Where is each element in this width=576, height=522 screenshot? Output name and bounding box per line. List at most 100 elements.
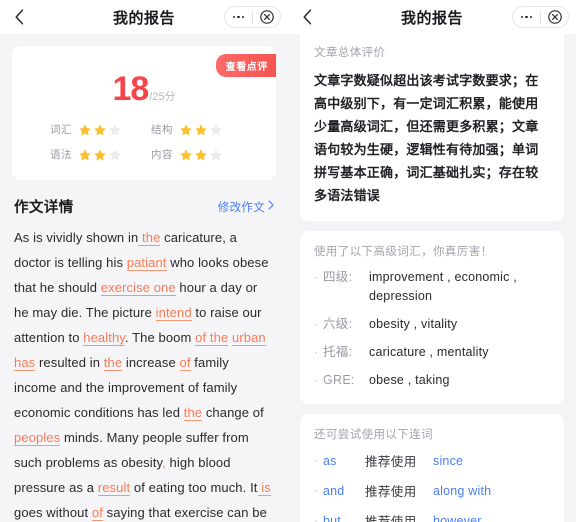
overall-evaluation-text: 文章字数疑似超出该考试字数要求；在高中级别下，有一定词汇积累，能使用少量高级词汇… <box>314 73 539 203</box>
star-icon <box>78 123 92 137</box>
star-icon <box>108 148 122 162</box>
essay-plain-text: of eating too much. It <box>130 480 258 495</box>
rating-label: 词汇 <box>50 124 72 136</box>
back-button-right[interactable] <box>288 0 326 34</box>
close-circle-icon[interactable] <box>253 7 280 27</box>
vocabulary-words: obesity , vitality <box>369 317 458 331</box>
vocabulary-words: caricature , mentality <box>369 345 489 359</box>
nav-actions-pill <box>224 6 281 28</box>
vocabulary-words: improvement , economic , depression <box>369 270 517 303</box>
rating-item: 内容 <box>151 147 252 162</box>
bullet-icon: · <box>314 270 318 284</box>
rating-label: 结构 <box>151 124 173 136</box>
essay-error-underlined: exercise one <box>100 280 176 296</box>
essay-plain-text: increase <box>122 355 180 370</box>
conjunction-row: · as 推荐使用 since <box>314 451 550 470</box>
bullet-icon: · <box>314 483 318 497</box>
essay-error-underlined: the <box>103 355 123 371</box>
left-panel: 我的报告 查看点评 18 /25分 词汇 结构 语法 内容 作文详情 修改作文 … <box>0 0 288 522</box>
vocabulary-level: 四级: <box>323 270 353 284</box>
conjunction-original[interactable]: and <box>323 484 365 498</box>
conjunction-suggested[interactable]: however <box>433 514 482 522</box>
bullet-icon: · <box>314 513 318 522</box>
conjunction-recommend-label: 推荐使用 <box>365 515 417 522</box>
more-dots-icon[interactable] <box>225 7 252 27</box>
score-value: 18 <box>112 70 149 108</box>
essay-plain-text: change of <box>202 405 264 420</box>
essay-error-underlined: of the <box>195 330 229 346</box>
more-dots-icon[interactable] <box>513 7 540 27</box>
conjunction-row: · and 推荐使用 along with <box>314 481 550 500</box>
conjunction-original[interactable]: as <box>323 454 365 468</box>
star-icon <box>179 148 193 162</box>
bullet-icon: · <box>314 317 318 331</box>
rating-label: 语法 <box>50 149 72 161</box>
score-total: /25分 <box>149 91 176 103</box>
back-button[interactable] <box>0 0 38 34</box>
star-icon <box>209 123 223 137</box>
dual-panel-screen: 我的报告 查看点评 18 /25分 词汇 结构 语法 内容 作文详情 修改作文 … <box>0 0 576 522</box>
right-scroll-body[interactable]: 文章总体评价 文章字数疑似超出该考试字数要求；在高中级别下，有一定词汇积累，能使… <box>288 34 576 522</box>
essay-plain-text: As is vividly shown in <box>14 230 139 245</box>
vocabulary-row: · GRE: obese , taking <box>314 371 550 390</box>
nav-actions-pill-right <box>512 6 569 28</box>
conjunction-row: · but 推荐使用 however <box>314 511 550 522</box>
essay-error-underlined: of <box>91 505 103 521</box>
advanced-vocabulary-label: 使用了以下高级词汇，你真厉害！ <box>314 246 493 258</box>
view-comments-badge[interactable]: 查看点评 <box>215 54 276 77</box>
essay-error-underlined: is <box>257 480 271 496</box>
star-icon <box>179 123 193 137</box>
chevron-left-icon <box>302 9 313 25</box>
overall-evaluation-label: 文章总体评价 <box>314 47 386 59</box>
chevron-left-icon <box>14 9 25 25</box>
advanced-vocabulary-list: · 四级: improvement , economic , depression ·… <box>314 268 550 390</box>
score-card: 查看点评 18 /25分 词汇 结构语法 内容 <box>12 46 276 180</box>
conjunction-suggested[interactable]: along with <box>433 484 491 498</box>
vocabulary-level: 六级: <box>323 317 353 331</box>
vocabulary-words: obese , taking <box>369 373 450 387</box>
star-icon <box>209 148 223 162</box>
essay-error-underlined: of <box>179 355 191 371</box>
edit-essay-label: 修改作文 <box>217 201 265 214</box>
essay-error-underlined: peoples <box>14 430 61 446</box>
right-navbar: 我的报告 <box>288 0 576 34</box>
essay-error-underlined: healthy <box>83 330 125 346</box>
chevron-right-icon <box>268 200 274 213</box>
edit-essay-link[interactable]: 修改作文 <box>218 199 274 215</box>
essay-error-underlined: the <box>138 230 161 246</box>
essay-error-underlined: result <box>97 480 131 496</box>
vocabulary-row: · 四级: improvement , economic , depression <box>314 268 550 306</box>
vocabulary-level: GRE: <box>323 373 355 387</box>
bullet-icon: · <box>314 345 318 359</box>
conjunction-suggested[interactable]: since <box>433 454 463 468</box>
conjunction-recommend-label: 推荐使用 <box>365 485 417 499</box>
essay-plain-text: resulted in <box>35 355 104 370</box>
essay-detail-title: 作文详情 <box>14 200 74 216</box>
score-display: 18 /25分 <box>12 72 276 106</box>
vocabulary-level: 托福: <box>323 345 353 359</box>
advanced-vocabulary-card: 使用了以下高级词汇，你真厉害！ · 四级: improvement , econom… <box>300 231 564 404</box>
essay-error-underlined: the <box>183 405 203 421</box>
rating-stars <box>78 123 122 137</box>
rating-label: 内容 <box>151 149 173 161</box>
overall-evaluation-card: 文章总体评价 文章字数疑似超出该考试字数要求；在高中级别下，有一定词汇积累，能使… <box>300 34 564 221</box>
star-icon <box>108 123 122 137</box>
right-panel: 我的报告 文章总体评价 文章字数疑似超出该考试字数要求；在高中级别下，有一定词汇… <box>288 0 576 522</box>
rating-item: 词汇 <box>50 122 151 137</box>
rating-item: 语法 <box>50 147 151 162</box>
essay-error-underlined: patiant <box>126 255 167 271</box>
vocabulary-row: · 六级: obesity , vitality <box>314 315 550 334</box>
left-scroll-body[interactable]: 查看点评 18 /25分 词汇 结构语法 内容 作文详情 修改作文 As is vi… <box>0 34 288 522</box>
left-navbar: 我的报告 <box>0 0 288 34</box>
essay-error-underlined: intend <box>155 305 192 321</box>
close-circle-icon[interactable] <box>541 7 568 27</box>
essay-text[interactable]: As is vividly shown in the caricature, a… <box>0 225 288 522</box>
star-icon <box>78 148 92 162</box>
essay-plain-text: saying that exercise can be <box>102 505 267 520</box>
rating-stars <box>78 148 122 162</box>
essay-plain-text: goes without <box>14 505 92 520</box>
conjunction-suggestions-list: · as 推荐使用 since · and 推荐使用 along with · but 推荐使用 ho… <box>314 451 550 522</box>
conjunction-suggestions-label: 还可尝试使用以下连词 <box>314 429 433 441</box>
conjunction-original[interactable]: but <box>323 514 365 522</box>
star-icon <box>194 148 208 162</box>
